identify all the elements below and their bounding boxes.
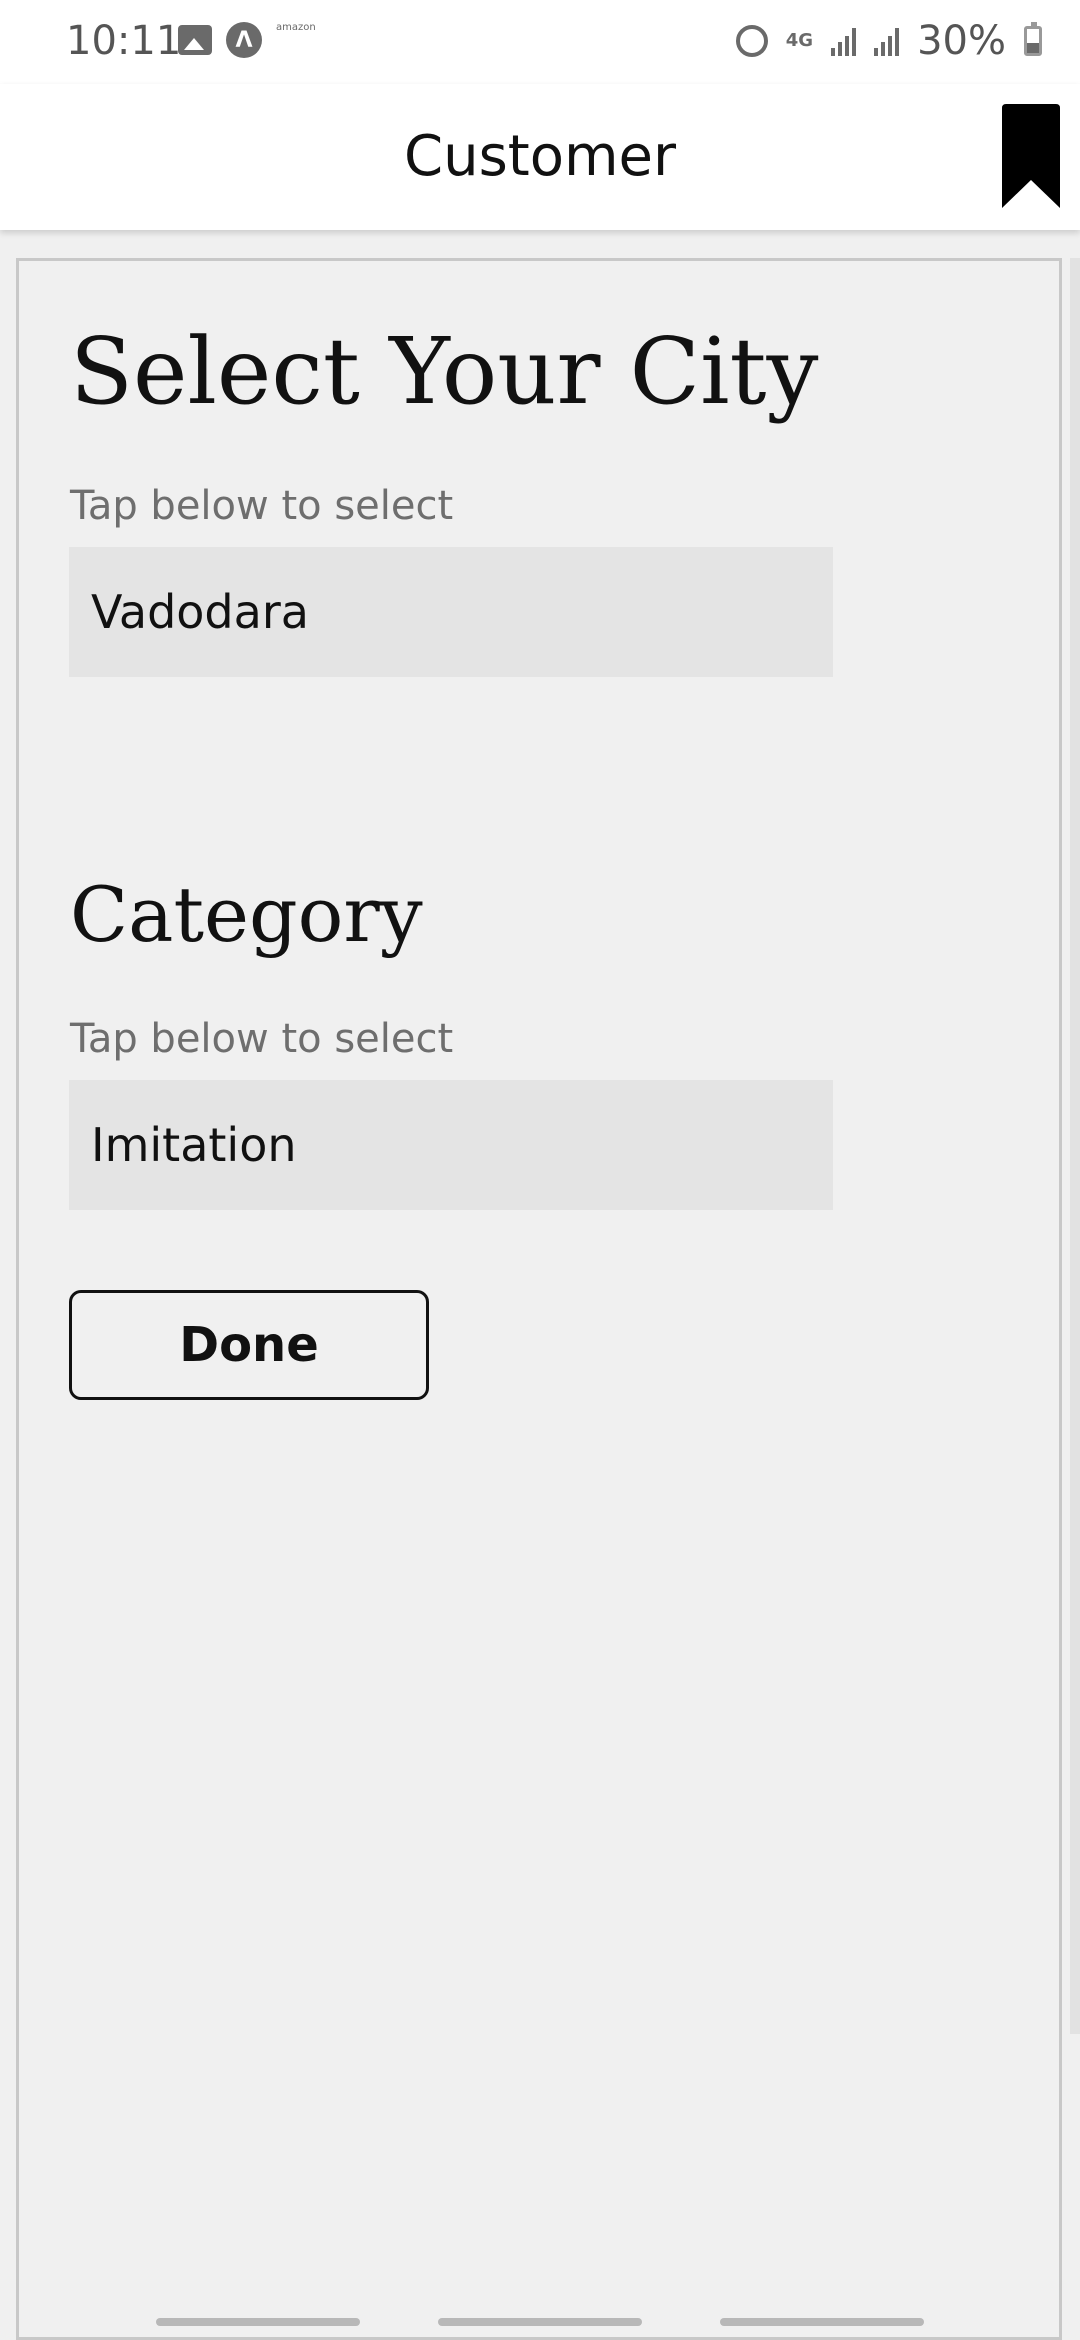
system-icons: 4G 30% [735, 18, 1042, 64]
battery-percent: 30% [917, 18, 1006, 64]
status-time: 10:11 [66, 18, 182, 64]
nav-recents-button[interactable] [156, 2318, 360, 2326]
app-notification-icon: Λ [226, 22, 262, 58]
city-heading: Select Your City [70, 318, 819, 425]
status-bar: 10:11 Λ amazon 4G 30% [0, 0, 1080, 84]
nav-back-button[interactable] [720, 2318, 924, 2326]
page-title: Customer [403, 124, 676, 189]
category-hint: Tap below to select [70, 1016, 454, 1062]
app-bar: Customer [0, 84, 1080, 230]
done-button[interactable]: Done [69, 1290, 429, 1400]
scrollbar[interactable] [1070, 258, 1080, 2034]
city-select[interactable]: Vadodara [69, 547, 833, 677]
category-heading: Category [70, 870, 423, 959]
gallery-icon [178, 25, 212, 55]
category-select-value: Imitation [91, 1118, 297, 1172]
city-hint: Tap below to select [70, 483, 454, 529]
bookmark-icon[interactable] [1002, 104, 1060, 208]
alarm-icon [735, 25, 768, 57]
city-select-value: Vadodara [91, 585, 309, 639]
amazon-icon: amazon [276, 23, 316, 57]
network-type-icon: 4G [785, 30, 814, 51]
signal-icon [831, 26, 857, 56]
notification-icons: Λ amazon [178, 22, 316, 58]
battery-icon [1024, 22, 1042, 56]
amazon-icon-label: amazon [276, 22, 316, 33]
signal-icon-2 [874, 26, 900, 56]
navigation-bar [0, 2300, 1080, 2340]
category-select[interactable]: Imitation [69, 1080, 833, 1210]
nav-home-button[interactable] [438, 2318, 642, 2326]
